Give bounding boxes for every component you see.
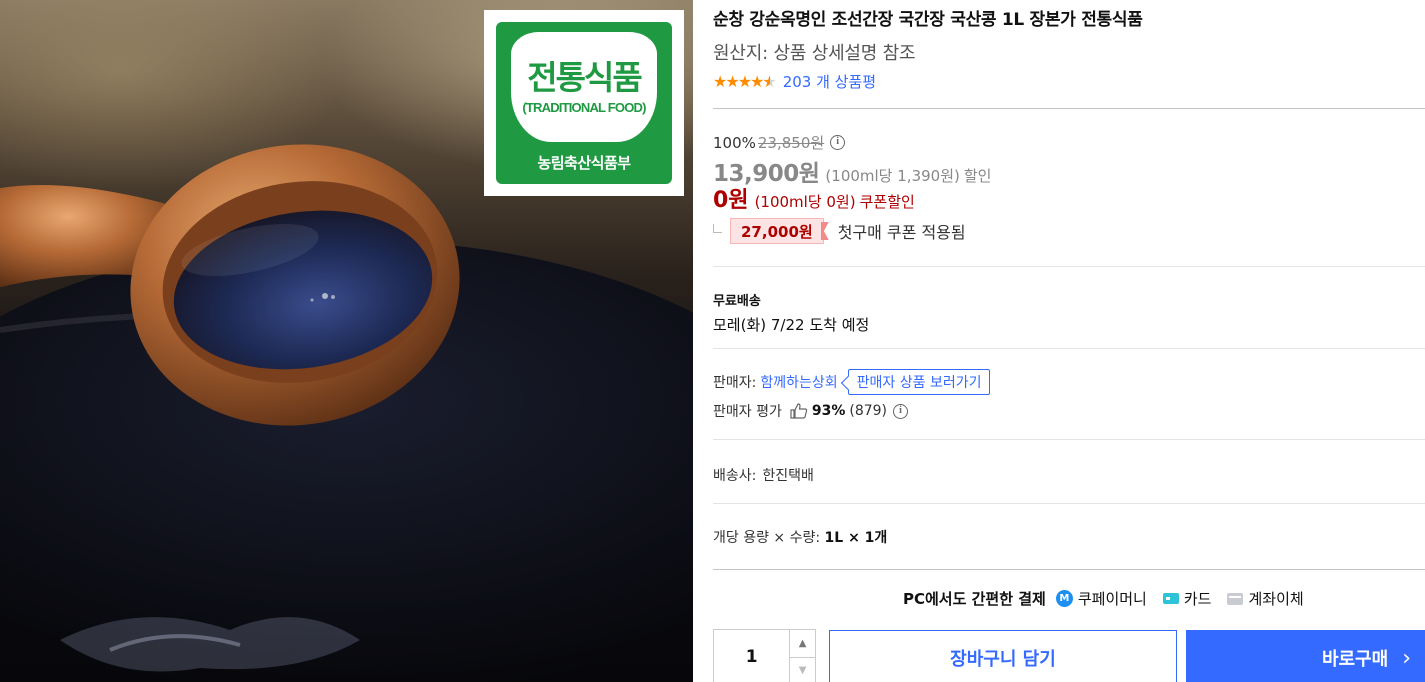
buy-now-label: 바로구매 (1321, 649, 1389, 670)
sale-label: 할인 (963, 167, 992, 185)
divider (713, 108, 1425, 109)
corner-marker-icon (713, 223, 722, 233)
card-icon (1162, 593, 1179, 604)
unit-quantity-line: 개당 용량 × 수량: 1L × 1개 (713, 527, 887, 547)
divider (713, 266, 1425, 267)
quantity-stepper[interactable]: 1 ▲ ▼ (713, 629, 816, 682)
half-star-icon: ★ (762, 71, 776, 91)
carrier-line: 배송사: 한진택배 (713, 465, 814, 485)
divider (713, 439, 1425, 440)
seller-rating-label: 판매자 평가 (713, 404, 782, 420)
thumbs-up-icon (790, 403, 808, 419)
coupay-money-icon: M (1055, 590, 1073, 607)
review-count-link[interactable]: 203 개 상품평 (783, 71, 876, 92)
star-icon: ★ (713, 71, 727, 91)
arrival-date: 모레(화) 7/22 도착 예정 (713, 316, 870, 334)
coupon-price: 0원 (713, 188, 749, 213)
discount-line: 100% 23,850원 i (713, 132, 846, 153)
star-icon: ★ (725, 71, 739, 91)
original-price: 23,850원 (757, 134, 825, 152)
product-origin: 원산지: 상품 상세설명 참조 (713, 43, 916, 64)
divider (713, 348, 1425, 349)
free-shipping-label: 무료배송 (713, 294, 761, 309)
quantity-input[interactable]: 1 (714, 630, 789, 682)
carrier-name: 한진택배 (762, 468, 814, 484)
star-icon: ★ (737, 71, 752, 91)
seller-name-link[interactable]: 함께하는상회 (760, 372, 837, 392)
product-image: 전통식품 (TRADITIONAL FOOD) 농림축산식품부 (0, 0, 693, 682)
coupon-label: 쿠폰할인 (859, 193, 915, 211)
rating-stars: ★ ★ ★ ★ ★ (713, 71, 777, 91)
seller-rating-percent: 93% (811, 403, 846, 419)
first-coupon-text: 첫구매 쿠폰 적용됨 (837, 223, 966, 242)
badge-title: 전통식품 (527, 57, 642, 97)
unit-quantity-value: 1L × 1개 (824, 530, 888, 546)
badge-green-frame: 전통식품 (TRADITIONAL FOOD) 농림축산식품부 (496, 22, 672, 184)
product-title: 순창 강순옥명인 조선간장 국간장 국산콩 1L 장본가 전통식품 (713, 10, 1143, 30)
product-info-panel: 순창 강순옥명인 조선간장 국간장 국산콩 1L 장본가 전통식품 원산지: 상… (713, 0, 1425, 682)
quantity-steps: ▲ ▼ (789, 630, 815, 682)
unit-quantity-label: 개당 용량 × 수량: (713, 530, 821, 546)
payment-method-card: 카드 (1183, 590, 1212, 608)
coupon-amount-chip: 27,000원 (730, 218, 824, 244)
payment-methods: PC에서도 간편한 결제 M 쿠페이머니 카드 계좌이체 (903, 588, 1304, 609)
badge-plate: 전통식품 (TRADITIONAL FOOD) (511, 32, 657, 142)
add-to-cart-button[interactable]: 장바구니 담기 (829, 630, 1177, 682)
traditional-food-badge: 전통식품 (TRADITIONAL FOOD) 농림축산식품부 (484, 10, 684, 196)
buy-now-button[interactable]: 바로구매 › (1186, 630, 1425, 682)
divider (713, 569, 1425, 570)
bank-transfer-icon (1227, 592, 1244, 605)
divider (713, 503, 1425, 504)
seller-rating-count: (879) (849, 403, 888, 419)
seller-rating: 판매자 평가 93% (879) i (713, 401, 909, 421)
quantity-decrease-button[interactable]: ▼ (790, 658, 815, 682)
first-purchase-coupon: 27,000원 첫구매 쿠폰 적용됨 (713, 218, 966, 244)
star-icon: ★ (750, 71, 764, 91)
payment-method-coupay: 쿠페이머니 (1077, 590, 1147, 608)
payment-label: PC에서도 간편한 결제 (903, 590, 1046, 608)
coupon-price-line: 0원 (100ml당 0원) 쿠폰할인 (713, 182, 915, 214)
discount-rate: 100% (713, 133, 756, 152)
carrier-label: 배송사: (713, 468, 757, 484)
seller-products-button[interactable]: 판매자 상품 보러가기 (847, 369, 991, 395)
info-icon[interactable]: i (830, 135, 846, 150)
seller-label: 판매자: (713, 375, 757, 391)
quantity-increase-button[interactable]: ▲ (790, 630, 815, 658)
info-icon[interactable]: i (893, 403, 909, 419)
product-rating[interactable]: ★ ★ ★ ★ ★ 203 개 상품평 (713, 71, 876, 92)
coupon-unit-price: (100ml당 0원) (754, 193, 856, 211)
seller-line: 판매자: 함께하는상회 판매자 상품 보러가기 (713, 369, 991, 395)
badge-subtitle: (TRADITIONAL FOOD) (522, 99, 646, 115)
chevron-right-icon: › (1402, 645, 1411, 671)
badge-ministry: 농림축산식품부 (537, 154, 631, 172)
payment-method-transfer: 계좌이체 (1248, 590, 1304, 608)
